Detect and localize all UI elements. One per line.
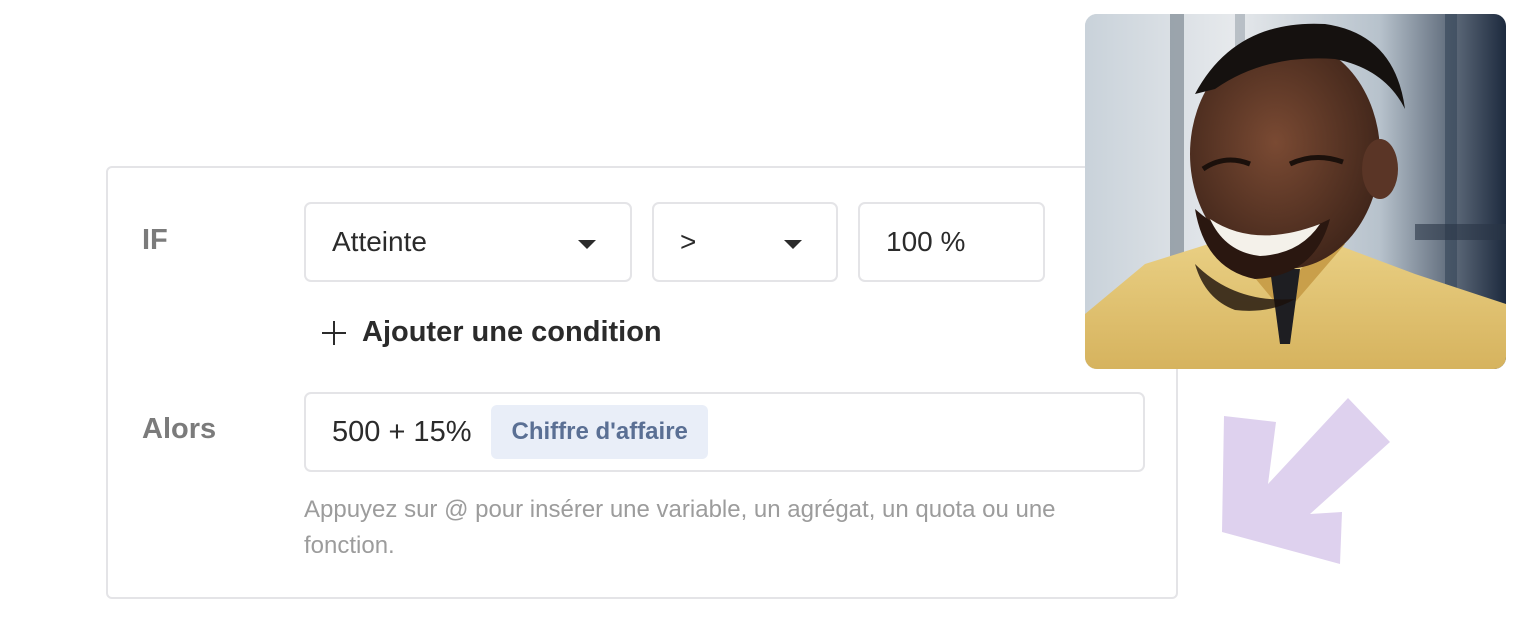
person-photo <box>1085 14 1506 369</box>
operator-select-value: > <box>680 226 697 257</box>
threshold-input[interactable]: 100 % <box>858 202 1045 282</box>
metric-select[interactable]: Atteinte <box>304 202 632 282</box>
add-condition-button[interactable]: Ajouter une condition <box>322 316 662 349</box>
caret-down-icon <box>784 240 802 249</box>
if-label: IF <box>142 224 168 256</box>
threshold-input-value: 100 % <box>886 226 966 257</box>
stage: IF Atteinte > 100 % Ajouter une conditio… <box>0 0 1513 618</box>
metric-select-value: Atteinte <box>332 226 427 257</box>
plus-icon <box>322 320 346 345</box>
formula-hint: Appuyez sur @ pour insérer une variable,… <box>304 496 1056 559</box>
variable-chip[interactable]: Chiffre d'affaire <box>491 405 708 459</box>
add-condition-label: Ajouter une condition <box>362 316 662 348</box>
caret-down-icon <box>578 240 596 249</box>
then-label: Alors <box>142 413 217 445</box>
formula-text: 500 + 15% <box>332 415 472 448</box>
operator-select[interactable]: > <box>652 202 838 282</box>
formula-input[interactable]: 500 + 15% Chiffre d'affaire <box>304 392 1145 472</box>
arrow-down-left-icon <box>1220 396 1392 568</box>
